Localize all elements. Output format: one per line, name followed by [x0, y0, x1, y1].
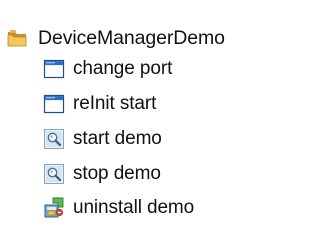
installer-icon	[44, 197, 64, 218]
tree-root-label: DeviceManagerDemo	[38, 27, 225, 49]
tree-item-label: uninstall demo	[73, 197, 195, 218]
tree-item-reinit-start[interactable]: reInit start	[43, 87, 156, 121]
tree-item-start-demo[interactable]: start demo	[43, 122, 162, 156]
tree-item-label: stop demo	[73, 163, 161, 184]
tree-item-label: reInit start	[73, 93, 157, 114]
tree-item-label: change port	[73, 58, 173, 79]
magnifier-icon	[44, 164, 64, 184]
tree-item-label: start demo	[73, 128, 162, 149]
tree-root-devicemanagerdemo[interactable]: DeviceManagerDemo	[6, 21, 225, 55]
tree-item-uninstall-demo[interactable]: uninstall demo	[43, 191, 194, 225]
window-icon	[43, 94, 65, 114]
window-icon	[43, 59, 65, 79]
shortcut-tree: DeviceManagerDemo change port reInit sta…	[0, 0, 297, 244]
folder-icon	[7, 30, 27, 47]
tree-item-stop-demo[interactable]: stop demo	[43, 157, 161, 191]
magnifier-icon	[44, 129, 64, 149]
tree-item-change-port[interactable]: change port	[43, 52, 172, 86]
